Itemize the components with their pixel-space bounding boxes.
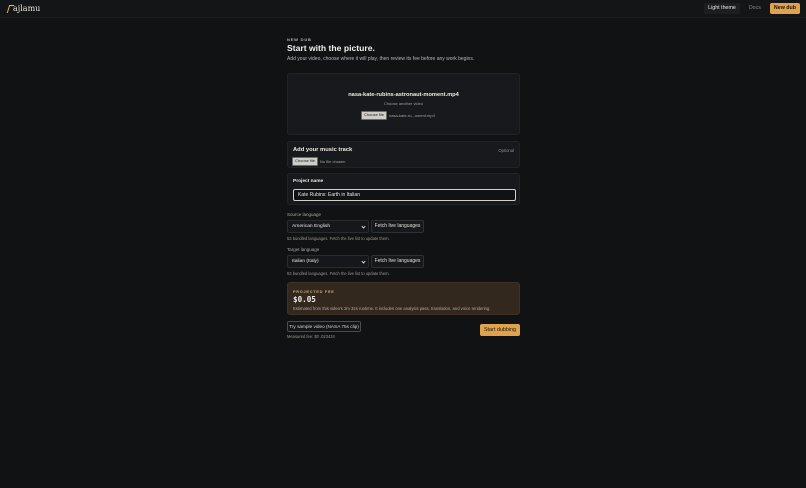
target-language-hint: 53 bundled languages. Fetch the live lis…: [287, 271, 390, 276]
target-language-label: Target language: [287, 247, 320, 252]
video-upload-card[interactable]: nasa-kate-rubins-astronaut-moment.mp4 Ch…: [287, 73, 520, 135]
video-file-name: nasa-kate-rubins-astronaut-moment.mp4: [348, 92, 459, 98]
video-file-input[interactable]: Choose file nasa-kate-ru...oment.mp4: [361, 111, 435, 120]
page-subtitle: Add your video, choose where it will pla…: [287, 56, 475, 62]
fetch-source-languages-button[interactable]: Fetch live languages: [371, 220, 424, 233]
theme-toggle-button[interactable]: Light theme: [704, 3, 740, 14]
projected-fee-detail: Estimated from this video's 2m 32s runti…: [293, 306, 491, 311]
video-chosen-file-name: nasa-kate-ru...oment.mp4: [389, 112, 435, 118]
logo-mark-icon: [8, 5, 12, 12]
source-language-value: American English: [292, 224, 331, 229]
music-choose-file-button[interactable]: Choose file: [292, 157, 319, 166]
optional-badge: Optional: [498, 148, 514, 153]
logo-text: ajlamu: [13, 4, 41, 13]
source-language-hint: 53 bundled languages. Fetch the live lis…: [287, 236, 390, 241]
project-name-input[interactable]: Kate Rubins: Earth in Italian: [293, 189, 516, 201]
source-language-select[interactable]: American English: [287, 220, 369, 233]
source-language-label: Source language: [287, 212, 322, 217]
start-dubbing-button[interactable]: Start dubbing: [480, 324, 520, 336]
music-no-file-text: No file chosen: [320, 158, 346, 164]
choose-another-video-text[interactable]: Choose another video: [288, 101, 519, 106]
music-file-input[interactable]: Choose file No file chosen: [292, 157, 345, 166]
page-title: Start with the picture.: [287, 43, 375, 53]
new-dub-button[interactable]: New dub: [769, 3, 800, 14]
target-language-value: Italian (Italy): [292, 259, 319, 264]
target-language-select[interactable]: Italian (Italy): [287, 255, 369, 268]
hero-eyebrow: NEW DUB: [287, 37, 312, 42]
docs-link[interactable]: Docs: [744, 3, 766, 14]
project-name-label: Project name: [293, 179, 324, 184]
projected-fee-card: PROJECTED FEE $0.05 Estimated from this …: [287, 282, 520, 315]
chevron-down-icon: [361, 259, 366, 264]
video-choose-file-button[interactable]: Choose file: [361, 111, 388, 120]
chevron-down-icon: [361, 224, 366, 229]
fetch-target-languages-button[interactable]: Fetch live languages: [371, 255, 424, 268]
project-name-card: Project name Kate Rubins: Earth in Itali…: [287, 173, 520, 205]
top-bar: ajlamu Light theme Docs New dub: [0, 0, 806, 18]
music-track-card: Add your music track Optional Choose fil…: [287, 141, 520, 168]
projected-fee-label: PROJECTED FEE: [293, 289, 335, 294]
measured-fee-text: Measured fee: $0 .023434: [287, 334, 335, 339]
projected-fee-value: $0.05: [293, 295, 316, 304]
app-logo[interactable]: ajlamu: [8, 4, 40, 13]
header-actions: Light theme Docs New dub: [704, 3, 800, 14]
try-sample-video-button[interactable]: Try sample video (NASA 75s clip): [287, 321, 361, 332]
music-track-title: Add your music track: [293, 147, 353, 153]
